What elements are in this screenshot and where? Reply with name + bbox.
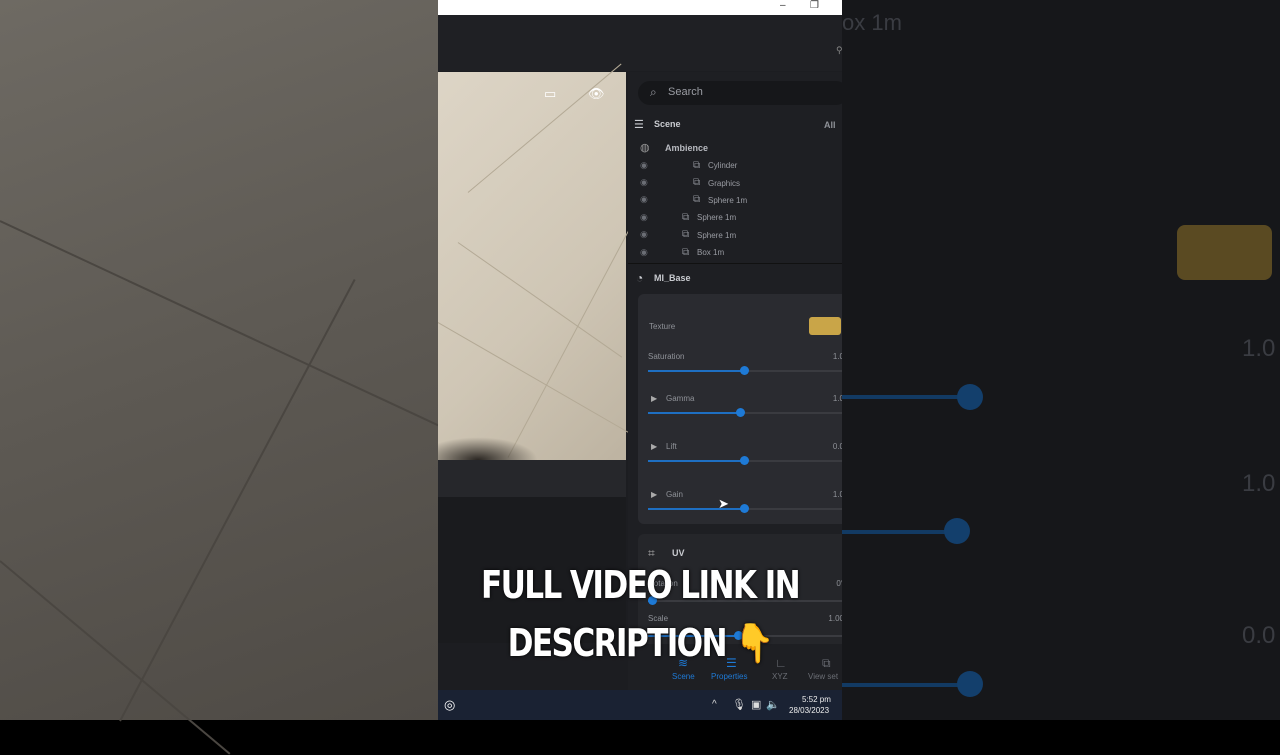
tree-item-label: Cylinder xyxy=(708,161,738,170)
material-name: MI_Base xyxy=(654,273,691,283)
timeline-bar xyxy=(438,460,626,497)
slider-knob[interactable] xyxy=(736,408,745,417)
slider-value: 0.0 xyxy=(832,442,842,451)
taskbar: ◎ ^ 🎙 ▣ 🔈 5:52 pm 28/03/2023 xyxy=(438,690,842,720)
mesh-icon: ⧉ xyxy=(682,229,690,240)
bg-value: 0.0 xyxy=(1242,622,1276,649)
caption-line-2: DESCRIPTION xyxy=(507,621,728,665)
3d-viewport[interactable]: ▭ 👁 xyxy=(438,63,664,460)
mesh-icon: ⧉ xyxy=(693,194,701,205)
slider-label: Saturation xyxy=(648,352,685,361)
slider-knob[interactable] xyxy=(740,366,749,375)
panel-toggle-icon[interactable]: ▭ xyxy=(544,86,556,102)
material-icon: ◔ xyxy=(636,271,644,285)
user-icon[interactable]: ⚲ xyxy=(836,45,842,56)
caption-line-1: FULL VIDEO LINK IN xyxy=(480,563,801,607)
bg-swatch xyxy=(1177,225,1272,280)
search-input[interactable]: ⌕ Search xyxy=(638,81,842,105)
scene-filter[interactable]: All xyxy=(824,120,836,130)
tree-item-ambience[interactable]: Ambience xyxy=(665,143,708,153)
expand-arrow-icon[interactable]: ▶ xyxy=(651,394,657,403)
clock-date[interactable]: 28/03/2023 xyxy=(789,706,829,715)
microphone-icon[interactable]: 🎙 xyxy=(732,698,746,711)
view-set-icon: ⧉ xyxy=(822,656,831,670)
eye-icon[interactable]: ◉ xyxy=(640,194,648,205)
slider-label: Gamma xyxy=(666,394,695,403)
mesh-icon: ⧉ xyxy=(693,177,701,188)
tab-label: Scene xyxy=(672,672,695,681)
clock-time[interactable]: 5:52 pm xyxy=(802,695,831,704)
material-properties-card: Texture Saturation 1.0 ▶ Gamma 1.0 ▶ Lif… xyxy=(638,294,842,524)
pointing-down-emoji: 👇 xyxy=(735,621,774,665)
eye-icon[interactable]: ◉ xyxy=(640,247,648,258)
network-icon[interactable]: ▣ xyxy=(751,698,761,711)
tab-label: View set xyxy=(808,672,839,681)
slider-track[interactable] xyxy=(648,504,842,513)
bg-label: ox 1m xyxy=(842,10,902,35)
tree-item-label: Box 1m xyxy=(697,248,725,257)
mesh-icon: ⧉ xyxy=(682,247,690,258)
rotation-value: 0° xyxy=(836,579,842,588)
title-bar: – ❐ xyxy=(438,0,842,15)
scene-label: Scene xyxy=(654,119,681,129)
eye-icon[interactable]: ◉ xyxy=(640,229,648,240)
chevron-up-icon[interactable]: ^ xyxy=(712,699,717,710)
eye-icon[interactable]: ◉ xyxy=(640,212,648,223)
minimize-button[interactable]: – xyxy=(780,0,786,11)
blurred-background-left xyxy=(0,0,454,755)
mesh-icon: ⧉ xyxy=(682,212,690,223)
bg-value: 1.0 xyxy=(1242,470,1276,497)
expand-arrow-icon[interactable]: ▶ xyxy=(651,490,657,499)
volume-icon[interactable]: 🔈 xyxy=(766,698,780,711)
texture-label: Texture xyxy=(649,322,676,331)
slider-value: 1.0 xyxy=(832,352,842,361)
slider-label: Gain xyxy=(666,490,683,499)
slider-value: 1.0 xyxy=(832,490,842,499)
eye-icon[interactable]: ◉ xyxy=(640,160,648,171)
search-icon: ⌕ xyxy=(650,85,657,99)
slider-value: 1.0 xyxy=(832,394,842,403)
tab-label: Properties xyxy=(711,672,748,681)
video-caption: FULL VIDEO LINK IN DESCRIPTION 👇 xyxy=(474,556,805,672)
tree-item-label: Graphics xyxy=(708,179,741,188)
app-taskbar-icon[interactable]: ◎ xyxy=(444,697,455,713)
bg-value: 1.0 xyxy=(1242,335,1276,362)
slider-track[interactable] xyxy=(648,408,842,417)
tree-item-label: Sphere 1m xyxy=(697,231,737,240)
texture-swatch[interactable] xyxy=(809,317,841,335)
eye-icon[interactable]: ◉ xyxy=(640,177,648,188)
globe-icon: ◍ xyxy=(640,142,650,154)
expand-arrow-icon[interactable]: ▶ xyxy=(651,442,657,451)
search-placeholder: Search xyxy=(668,86,703,98)
mesh-icon: ⧉ xyxy=(693,160,701,171)
mouse-cursor-icon: ➤ xyxy=(718,496,729,511)
slider-track[interactable] xyxy=(648,456,842,465)
slider-label: Lift xyxy=(666,442,677,451)
slider-knob[interactable] xyxy=(740,456,749,465)
scale-value: 1.00 xyxy=(828,614,842,623)
restore-button[interactable]: ❐ xyxy=(810,0,819,11)
eye-icon[interactable]: 👁 xyxy=(588,86,605,102)
slider-knob[interactable] xyxy=(740,504,749,513)
menu-icon[interactable]: ☰ xyxy=(634,118,644,131)
blurred-background-right: ox 1m 1.0 1.0 0.0 xyxy=(842,0,1280,720)
tab-label: XYZ xyxy=(772,672,788,681)
slider-track[interactable] xyxy=(648,366,842,375)
tree-item-label: Sphere 1m xyxy=(708,196,748,205)
app-header: ⚲ xyxy=(438,15,842,71)
tree-item-label: Sphere 1m xyxy=(697,213,737,222)
